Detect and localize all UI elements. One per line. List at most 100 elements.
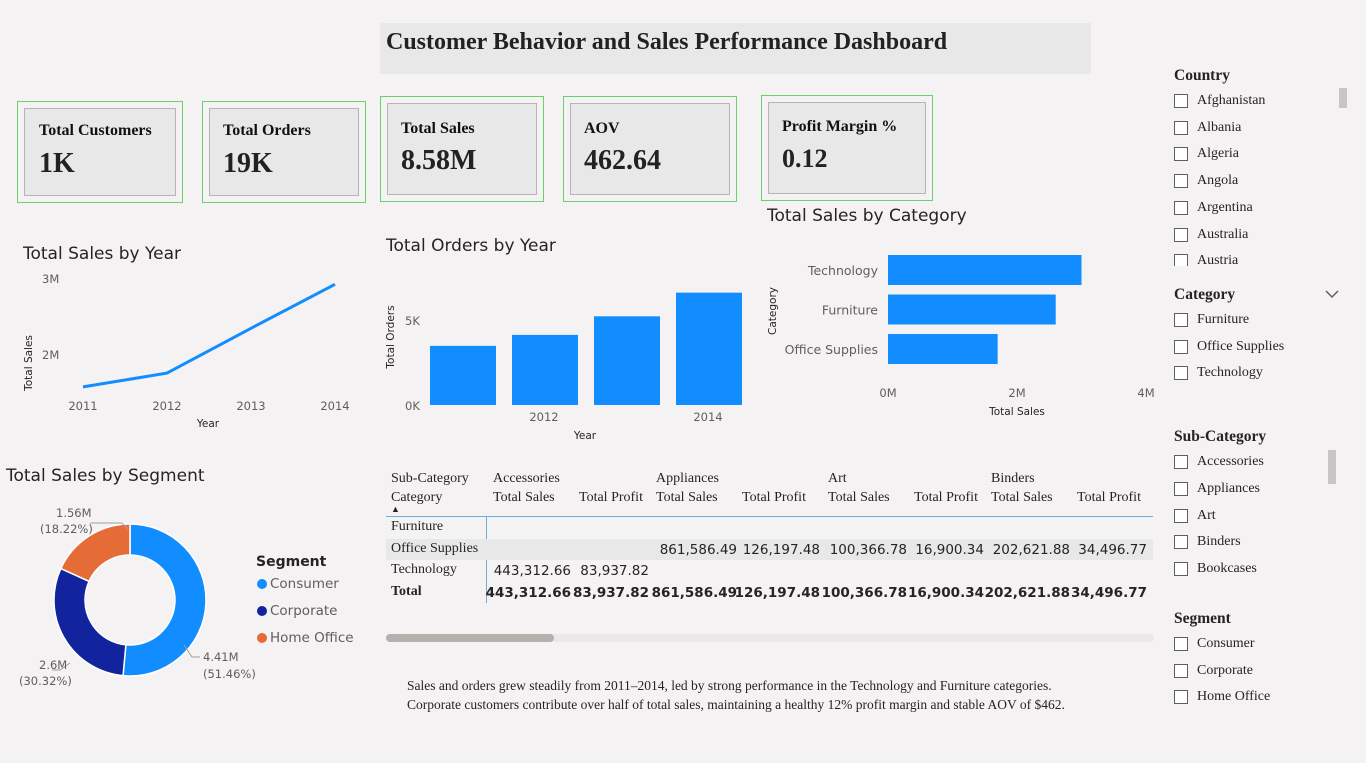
kpi-card-total-sales[interactable]: Total Sales 8.58M [380,96,544,202]
matrix-scrollbar-track[interactable] [386,634,1154,642]
kpi-card-total-orders[interactable]: Total Orders 19K [202,101,366,203]
matrix-cell[interactable]: 83,937.82 [580,563,649,579]
row-label[interactable]: Technology [391,562,457,578]
orders-by-year-chart[interactable]: 5K 0K Total Orders 2012 2014 Year [380,280,750,445]
bar-office-supplies[interactable] [888,334,998,364]
bar-2011[interactable] [430,345,496,405]
slicer-option-appliances[interactable]: Appliances [1174,479,1260,499]
slicer-option-label: Appliances [1197,480,1260,496]
sales-by-segment-chart[interactable]: 1.56M (18.22%) 2.6M (30.32%) 4.41M (51.4… [0,495,370,695]
checkbox[interactable] [1174,120,1188,135]
checkbox[interactable] [1174,227,1188,242]
sort-asc-icon[interactable]: ▲ [391,504,400,514]
legend-label: Home Office [270,630,354,646]
country-slicer[interactable]: Country Afghanistan Albania Algeria Angola A… [1174,66,1354,266]
sales-by-year-chart[interactable]: 3M 2M Total Sales 2011 2012 2013 2014 Year [0,266,370,436]
row-label[interactable]: Furniture [391,519,443,535]
checkbox[interactable] [1174,174,1188,189]
slicer-option-furniture[interactable]: Furniture [1174,310,1249,330]
checkbox[interactable] [1174,313,1188,327]
checkbox[interactable] [1174,254,1188,266]
slicer-option-austria[interactable]: Austria [1174,251,1238,266]
checkbox[interactable] [1174,339,1188,354]
legend-item-corporate[interactable]: Corporate [257,603,338,619]
legend-item-consumer[interactable]: Consumer [257,576,339,592]
chevron-down-icon[interactable] [1325,289,1339,299]
slicer-option-consumer[interactable]: Consumer [1174,634,1255,654]
summary-line: Sales and orders grew steadily from 2011… [407,678,1052,693]
bar-2012[interactable] [512,334,578,405]
checkbox[interactable] [1174,481,1188,496]
measure-header[interactable]: Total Profit [742,490,806,506]
kpi-label: Total Customers [39,122,152,139]
kpi-card-aov[interactable]: AOV 462.64 [563,96,737,202]
slicer-option-albania[interactable]: Albania [1174,118,1241,138]
slicer-option-australia[interactable]: Australia [1174,225,1248,245]
kpi-card-profit-margin[interactable]: Profit Margin % 0.12 [761,95,933,201]
slicer-option-afghanistan[interactable]: Afghanistan [1174,91,1265,111]
slicer-option-technology[interactable]: Technology [1174,363,1263,383]
measure-header[interactable]: Total Sales [656,490,718,506]
checkbox[interactable] [1174,94,1188,108]
slicer-scrollbar[interactable] [1328,450,1336,484]
slicer-option-accessories[interactable]: Accessories [1174,452,1264,472]
slicer-option-office-supplies[interactable]: Office Supplies [1174,337,1284,357]
checkbox[interactable] [1174,535,1188,550]
subcategory-slicer[interactable]: Sub-Category Accessories Appliances Art Bin… [1174,427,1354,577]
kpi-label: Profit Margin % [782,118,898,135]
measure-header[interactable]: Total Sales [828,490,890,506]
slicer-option-home-office[interactable]: Home Office [1174,687,1270,707]
donut-slice-consumer[interactable] [122,523,207,677]
row-label[interactable]: Office Supplies [391,541,478,557]
sales-by-category-chart[interactable]: Category Technology Furniture Office Suppl… [760,245,1160,425]
legend-item-home-office[interactable]: Home Office [257,630,354,646]
y-axis-title: Category [767,287,779,335]
bar-2013[interactable] [594,316,660,405]
measure-header[interactable]: Total Profit [914,490,978,506]
matrix-cell[interactable]: 443,312.66 [494,563,571,579]
matrix-cell[interactable]: 202,621.88 [993,542,1070,558]
sales-line-series[interactable] [82,282,336,389]
slicer-option-binders[interactable]: Binders [1174,532,1241,552]
measure-header[interactable]: Total Sales [991,490,1053,506]
checkbox[interactable] [1174,637,1188,651]
matrix-cell[interactable]: 126,197.48 [743,542,820,558]
checkbox[interactable] [1174,562,1188,577]
y-axis-title: Total Orders [385,305,397,369]
slicer-option-algeria[interactable]: Algeria [1174,144,1239,164]
kpi-card-total-customers[interactable]: Total Customers 1K [17,101,183,203]
row-header-top: Sub-Category [391,471,469,486]
bar-technology[interactable] [888,255,1082,285]
matrix-total-cell: 100,366.78 [821,585,907,601]
segment-slicer[interactable]: Segment Consumer Corporate Home Office [1174,609,1354,719]
checkbox[interactable] [1174,663,1188,678]
matrix-total-cell: 126,197.48 [734,585,820,601]
matrix-total-cell: 16,900.34 [907,585,984,601]
checkbox[interactable] [1174,455,1188,469]
matrix-cell[interactable]: 861,586.49 [660,542,737,558]
checkbox[interactable] [1174,366,1188,380]
slicer-scrollbar[interactable] [1339,88,1347,108]
slicer-option-corporate[interactable]: Corporate [1174,661,1253,681]
bar-furniture[interactable] [888,294,1056,325]
checkbox[interactable] [1174,508,1188,523]
measure-header[interactable]: Total Profit [579,490,643,506]
orders-by-year-title: Total Orders by Year [386,236,556,256]
slicer-option-argentina[interactable]: Argentina [1174,198,1253,218]
matrix-scrollbar-thumb[interactable] [386,634,554,642]
checkbox[interactable] [1174,200,1188,215]
slicer-option-bookcases[interactable]: Bookcases [1174,559,1257,577]
measure-header[interactable]: Total Profit [1077,490,1141,506]
slicer-option-angola[interactable]: Angola [1174,171,1238,191]
matrix-cell[interactable]: 34,496.77 [1078,542,1147,558]
matrix-cell[interactable]: 16,900.34 [915,542,984,558]
bar-2014[interactable] [676,292,742,405]
legend-label: Consumer [270,576,339,592]
checkbox[interactable] [1174,147,1188,162]
matrix-cell[interactable]: 100,366.78 [830,542,907,558]
measure-header[interactable]: Total Sales [493,490,555,506]
category-slicer[interactable]: Category Furniture Office Supplies Technol… [1174,285,1354,395]
checkbox[interactable] [1174,690,1188,704]
slicer-option-art[interactable]: Art [1174,506,1216,526]
sales-profit-matrix[interactable]: Sub-Category Category ▲ Accessories Tota… [386,468,1156,648]
